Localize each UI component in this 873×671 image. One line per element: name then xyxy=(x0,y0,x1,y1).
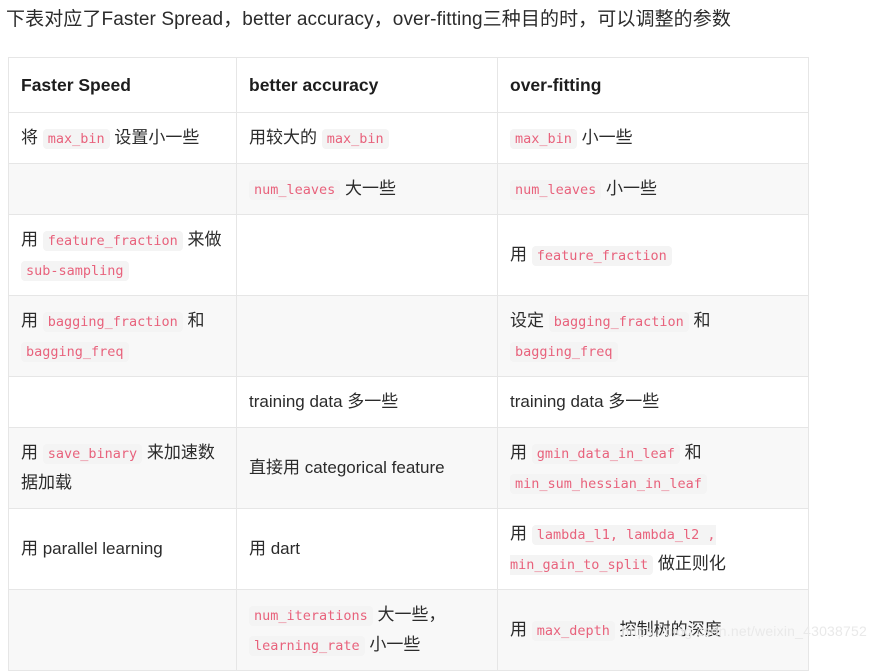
cell-over-fitting: training data 多一些 xyxy=(497,376,809,428)
cell-over-fitting: 用 feature_fraction xyxy=(497,214,809,296)
cell-better-accuracy: training data 多一些 xyxy=(236,376,498,428)
cell-over-fitting: max_bin 小一些 xyxy=(497,112,809,164)
cell-text: 用 dart xyxy=(249,539,301,558)
cell-text: 用 xyxy=(21,443,43,462)
column-header-better-accuracy: better accuracy xyxy=(236,57,498,113)
cell-over-fitting: num_leaves 小一些 xyxy=(497,163,809,215)
table-row: 用 parallel learning 用 dart 用 lambda_l1, la… xyxy=(8,508,809,590)
inline-code: save_binary xyxy=(42,444,143,464)
inline-code: max_depth xyxy=(531,621,615,641)
cell-text: 设置小一些 xyxy=(109,128,200,147)
inline-code: num_leaves xyxy=(510,180,602,200)
cell-text: 直接用 categorical feature xyxy=(249,458,445,477)
inline-code: max_bin xyxy=(510,129,577,149)
cell-text: 用 xyxy=(510,620,532,639)
inline-code: bagging_fraction xyxy=(42,312,183,332)
cell-text: 做正则化 xyxy=(653,554,726,573)
intro-paragraph: 下表对应了Faster Spread，better accuracy，over-… xyxy=(6,9,731,30)
inline-code: feature_fraction xyxy=(531,246,672,266)
column-header-faster-speed: Faster Speed xyxy=(8,57,237,113)
cell-faster-speed xyxy=(8,589,237,671)
cell-text: 用 xyxy=(510,524,532,543)
cell-better-accuracy: num_leaves 大一些 xyxy=(236,163,498,215)
cell-faster-speed: 用 feature_fraction 来做 sub-sampling xyxy=(8,214,237,296)
inline-code: min_sum_hessian_in_leaf xyxy=(510,474,707,494)
inline-code: sub-sampling xyxy=(21,261,129,281)
parameter-table-container: Faster Speed better accuracy over-fittin… xyxy=(8,57,809,671)
cell-text: 小一些 xyxy=(601,179,658,198)
inline-code: gmin_data_in_leaf xyxy=(531,444,680,464)
cell-text: 小一些 xyxy=(576,128,633,147)
inline-code: num_iterations xyxy=(249,606,373,626)
cell-text: 小一些 xyxy=(364,635,421,654)
cell-text: 用 xyxy=(510,443,532,462)
inline-code: learning_rate xyxy=(249,636,365,656)
cell-text: 设定 xyxy=(510,311,549,330)
table-header: Faster Speed better accuracy over-fittin… xyxy=(8,57,809,113)
cell-better-accuracy: 直接用 categorical feature xyxy=(236,427,498,509)
cell-over-fitting: 用 max_depth 控制树的深度 xyxy=(497,589,809,671)
cell-better-accuracy: num_iterations 大一些， learning_rate 小一些 xyxy=(236,589,498,671)
table-row: 用 bagging_fraction 和 bagging_freq 设定 bagg… xyxy=(8,295,809,377)
cell-faster-speed: 用 bagging_fraction 和 bagging_freq xyxy=(8,295,237,377)
cell-faster-speed: 将 max_bin 设置小一些 xyxy=(8,112,237,164)
inline-code: feature_fraction xyxy=(42,231,183,251)
table-row: 将 max_bin 设置小一些 用较大的 max_bin max_bin 小一些 xyxy=(8,112,809,164)
cell-text: 控制树的深度 xyxy=(614,620,722,639)
cell-text: 和 xyxy=(182,311,205,330)
table-body: 将 max_bin 设置小一些 用较大的 max_bin max_bin 小一些 nu… xyxy=(8,112,809,671)
cell-over-fitting: 设定 bagging_fraction 和 bagging_freq xyxy=(497,295,809,377)
cell-better-accuracy xyxy=(236,214,498,296)
table-row: num_iterations 大一些， learning_rate 小一些用 m… xyxy=(8,589,809,671)
cell-text: 用 xyxy=(510,245,532,264)
cell-text: 来做 xyxy=(182,230,222,249)
cell-text: 大一些 xyxy=(340,179,397,198)
inline-code: max_bin xyxy=(42,129,110,149)
cell-better-accuracy xyxy=(236,295,498,377)
table-row: 用 feature_fraction 来做 sub-sampling 用 feat… xyxy=(8,214,809,296)
cell-text: 和 xyxy=(679,443,702,462)
table-row: 用 save_binary 来加速数据加载 直接用 categorical fea… xyxy=(8,427,809,509)
cell-faster-speed xyxy=(8,163,237,215)
cell-text: training data 多一些 xyxy=(510,392,660,411)
inline-code: num_leaves xyxy=(249,180,341,200)
cell-text: 用较大的 xyxy=(249,128,322,147)
inline-code: max_bin xyxy=(321,129,389,149)
parameter-tuning-table: Faster Speed better accuracy over-fittin… xyxy=(8,57,809,671)
cell-text: 用 xyxy=(21,230,43,249)
table-header-row: Faster Speed better accuracy over-fittin… xyxy=(8,57,809,113)
cell-faster-speed: 用 parallel learning xyxy=(8,508,237,590)
cell-better-accuracy: 用较大的 max_bin xyxy=(236,112,498,164)
inline-code: bagging_freq xyxy=(21,342,129,362)
inline-code: bagging_freq xyxy=(510,342,618,362)
cell-over-fitting: 用 lambda_l1, lambda_l2 , min_gain_to_spl… xyxy=(497,508,809,590)
table-row: training data 多一些 training data 多一些 xyxy=(8,376,809,428)
inline-code: bagging_fraction xyxy=(548,312,689,332)
column-header-over-fitting: over-fitting xyxy=(497,57,809,113)
cell-text: 大一些， xyxy=(372,605,446,624)
cell-text: 和 xyxy=(688,311,711,330)
cell-text: 用 parallel learning xyxy=(21,539,163,558)
table-row: num_leaves 大一些 num_leaves 小一些 xyxy=(8,163,809,215)
cell-faster-speed: 用 save_binary 来加速数据加载 xyxy=(8,427,237,509)
cell-over-fitting: 用 gmin_data_in_leaf 和 min_sum_hessian_in… xyxy=(497,427,809,509)
cell-text: training data 多一些 xyxy=(249,392,399,411)
cell-faster-speed xyxy=(8,376,237,428)
cell-text: 将 xyxy=(21,128,43,147)
cell-text: 用 xyxy=(21,311,43,330)
cell-better-accuracy: 用 dart xyxy=(236,508,498,590)
